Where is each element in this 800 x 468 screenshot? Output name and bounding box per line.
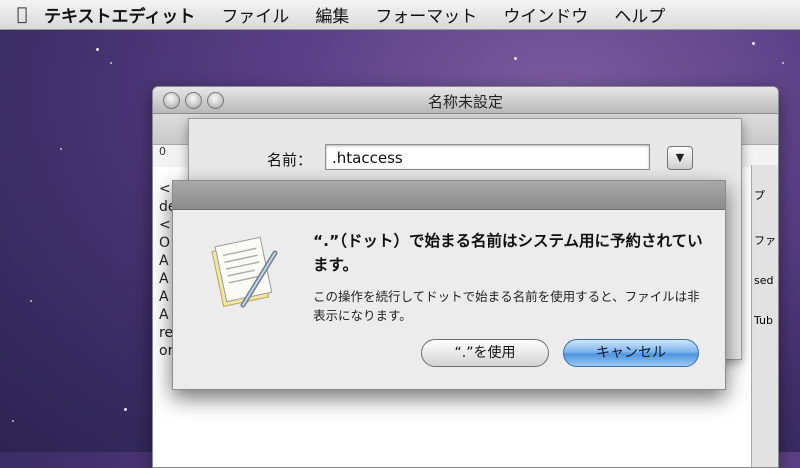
dot-filename-alert: “.”（ドット）で始まる名前はシステム用に予約されています。 この操作を続行して… [172,180,726,390]
textedit-document-icon [211,236,278,308]
side-fragment: Tub [754,314,774,327]
window-title: 名称未設定 [427,93,503,111]
side-fragment: sed [754,274,774,287]
menu-edit[interactable]: 編集 [315,2,349,27]
menu-bar:  テキストエディット ファイル 編集 フォーマット ウインドウ ヘルプ [0,0,800,30]
alert-titlebar [173,181,725,210]
filename-label: 名前： [267,151,313,169]
apple-icon[interactable]:  [0,4,44,25]
expand-save-panel-button[interactable]: ▼ [667,146,693,170]
use-dot-button[interactable]: “.”を使用 [421,339,549,367]
alert-message: “.”（ドット）で始まる名前はシステム用に予約されています。 [313,232,703,274]
ruler-zero-label: 0 [159,145,166,158]
side-fragment: プ [754,189,765,202]
side-panel: プ ファ sed Tub [751,165,778,467]
menu-format[interactable]: フォーマット [375,2,477,27]
window-titlebar: 名称未設定 [153,87,778,114]
menu-app-name[interactable]: テキストエディット [44,2,195,27]
filename-input[interactable]: .htaccess [325,144,650,170]
alert-informative-text: この操作を続行してドットで始まる名前を使用すると、ファイルは非表示になります。 [313,289,700,323]
side-fragment: ファ [754,234,776,247]
menu-file[interactable]: ファイル [221,2,289,27]
menu-help[interactable]: ヘルプ [614,2,665,27]
cancel-button[interactable]: キャンセル [563,339,699,367]
chevron-down-icon: ▼ [675,151,685,164]
menu-window[interactable]: ウインドウ [503,2,588,27]
